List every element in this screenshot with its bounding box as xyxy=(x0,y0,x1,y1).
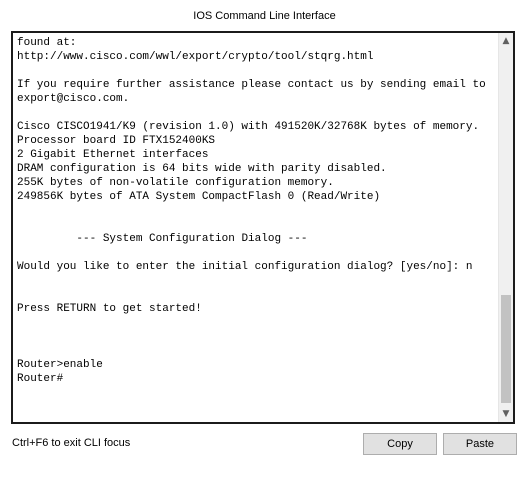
paste-button[interactable]: Paste xyxy=(443,433,517,455)
vertical-scrollbar[interactable]: ▲ ▼ xyxy=(498,33,513,422)
terminal-output[interactable]: found at: http://www.cisco.com/wwl/expor… xyxy=(17,36,497,386)
window-title: IOS Command Line Interface xyxy=(193,10,336,22)
focus-hint-text: Ctrl+F6 to exit CLI focus xyxy=(12,437,131,449)
scroll-down-icon[interactable]: ▼ xyxy=(499,407,513,421)
copy-button[interactable]: Copy xyxy=(363,433,437,455)
cli-terminal[interactable]: found at: http://www.cisco.com/wwl/expor… xyxy=(11,31,515,424)
scroll-up-icon[interactable]: ▲ xyxy=(499,34,513,48)
scrollbar-thumb[interactable] xyxy=(501,295,511,403)
